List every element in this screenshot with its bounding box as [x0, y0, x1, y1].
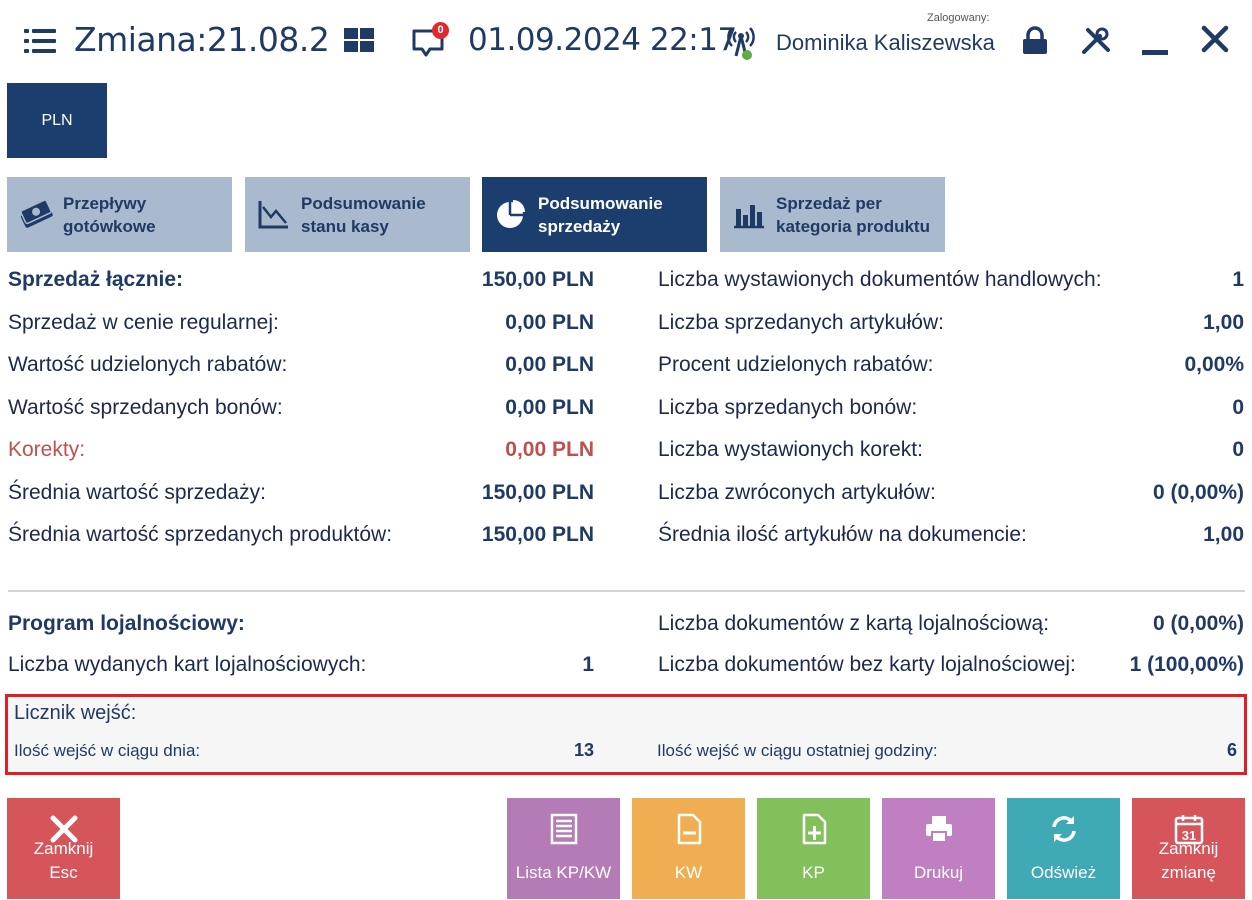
tab-label: Przepływy gotówkowe	[63, 194, 156, 236]
loyalty-title: Program lojalnościowy:	[8, 612, 245, 635]
top-bar: Zmiana:21.08.2024 0 01.09.2024 22:17 Zal…	[0, 0, 1252, 82]
stat-label-discount-percent: Procent udzielonych rabatów:	[658, 353, 934, 376]
loyalty-with-card-value: 0 (0,00%)	[1152, 612, 1244, 635]
grid-view-icon[interactable]	[344, 28, 374, 52]
user-name[interactable]: Dominika Kaliszewska	[776, 30, 995, 56]
tab-label: Podsumowanie sprzedaży	[538, 194, 663, 236]
current-datetime: 01.09.2024 22:17	[468, 22, 737, 58]
refresh-button-label: Odśwież	[1030, 863, 1097, 882]
list-kp-kw-button[interactable]: Lista KP/KW	[507, 798, 620, 899]
printer-icon	[925, 816, 952, 843]
stat-value-corrections-count: 0	[1232, 438, 1244, 461]
close-button[interactable]: Zamknij Esc	[7, 798, 120, 899]
stat-value-avg-sale: 150,00 PLN	[481, 481, 594, 504]
loyalty-without-card-label: Liczba dokumentów bez karty lojalnościow…	[658, 653, 1076, 676]
kw-button-label: KW	[674, 863, 703, 882]
refresh-button[interactable]: Odśwież	[1007, 798, 1120, 899]
stat-label-avg-sale: Średnia wartość sprzedaży:	[8, 481, 266, 504]
lock-icon[interactable]	[1020, 26, 1050, 56]
entry-counter-panel	[5, 694, 1247, 775]
close-shift-button[interactable]: 31 Zamknij zmianę	[1132, 798, 1245, 899]
bar-chart-icon	[734, 205, 764, 229]
list-icon	[550, 813, 577, 845]
close-icon[interactable]	[1200, 24, 1230, 54]
document-plus-icon	[802, 813, 826, 845]
tab-sales-summary[interactable]: Podsumowanie sprzedaży	[482, 177, 707, 252]
stat-label-corrections-count: Liczba wystawionych korekt:	[658, 438, 923, 461]
stat-value-avg-product: 150,00 PLN	[481, 523, 594, 546]
stat-value-documents: 1	[1232, 268, 1244, 291]
stat-value-items-sold: 1,00	[1203, 311, 1244, 334]
settings-tools-icon[interactable]	[1080, 26, 1110, 56]
entry-counter-title: Licznik wejść:	[14, 702, 137, 724]
stat-label-vouchers-count: Liczba sprzedanych bonów:	[658, 396, 918, 419]
loyalty-without-card-value: 1 (100,00%)	[1129, 653, 1244, 676]
loyalty-with-card-label: Liczba dokumentów z kartą lojalnościową:	[658, 612, 1050, 635]
menu-icon[interactable]	[24, 29, 56, 53]
entry-hour-label: Ilość wejść w ciągu ostatniej godziny:	[657, 741, 938, 760]
document-minus-icon	[677, 813, 701, 845]
pie-chart-icon	[497, 200, 525, 228]
entry-day-label: Ilość wejść w ciągu dnia:	[14, 741, 201, 760]
divider	[8, 590, 1245, 592]
stat-label-documents: Liczba wystawionych dokumentów handlowyc…	[658, 268, 1102, 291]
tab-label: Sprzedaż per kategoria produktu	[776, 194, 930, 236]
notification-badge: 0	[432, 22, 449, 39]
stat-label-avg-product: Średnia wartość sprzedanych produktów:	[8, 523, 393, 546]
stat-value-corrections: 0,00 PLN	[505, 438, 594, 461]
entry-day-value: 13	[573, 740, 594, 760]
print-button[interactable]: Drukuj	[882, 798, 995, 899]
stat-label-discounts: Wartość udzielonych rabatów:	[8, 353, 288, 376]
shift-title: Zmiana:21.08.2024	[74, 20, 328, 59]
list-button-label: Lista KP/KW	[515, 863, 612, 882]
stat-label-items-sold: Liczba sprzedanych artykułów:	[658, 311, 944, 334]
tab-cash-flows[interactable]: Przepływy gotówkowe	[7, 177, 232, 252]
connection-status-icon	[727, 27, 755, 60]
loyalty-issued-label: Liczba wydanych kart lojalnościowych:	[8, 653, 367, 676]
kp-button-label: KP	[802, 863, 825, 882]
tab-label: Podsumowanie stanu kasy	[301, 194, 426, 236]
stat-label-corrections: Korekty:	[8, 438, 86, 461]
stat-label-regular-price: Sprzedaż w cenie regularnej:	[8, 311, 279, 334]
tab-sales-by-category[interactable]: Sprzedaż per kategoria produktu	[720, 177, 945, 252]
stat-value-vouchers: 0,00 PLN	[505, 396, 594, 419]
loyalty-issued-value: 1	[582, 653, 594, 676]
minimize-icon[interactable]	[1142, 50, 1168, 55]
stat-label-avg-items: Średnia ilość artykułów na dokumencie:	[658, 523, 1027, 546]
stat-value-discounts: 0,00 PLN	[505, 353, 594, 376]
stat-value-avg-items: 1,00	[1203, 523, 1244, 546]
logged-in-label: Zalogowany:	[927, 12, 990, 24]
currency-button[interactable]: PLN	[7, 83, 107, 158]
stat-label-vouchers: Wartość sprzedanych bonów:	[8, 396, 283, 419]
kw-button[interactable]: KW	[632, 798, 745, 899]
tab-cash-summary[interactable]: Podsumowanie stanu kasy	[245, 177, 470, 252]
trend-chart-icon	[258, 201, 288, 229]
refresh-icon	[1051, 816, 1076, 842]
stat-label-returned-items: Liczba zwróconych artykułów:	[658, 481, 936, 504]
stat-value-regular-price: 0,00 PLN	[505, 311, 594, 334]
kp-button[interactable]: KP	[757, 798, 870, 899]
close-shift-button-label: Zamknij zmianę	[1158, 839, 1219, 882]
stat-value-vouchers-count: 0	[1232, 396, 1244, 419]
cash-icon	[20, 199, 53, 228]
entry-hour-value: 6	[1226, 740, 1237, 760]
print-button-label: Drukuj	[913, 863, 964, 882]
stat-value-returned-items: 0 (0,00%)	[1152, 481, 1244, 504]
close-button-label: Zamknij Esc	[33, 839, 94, 882]
stat-value-total-sales: 150,00 PLN	[481, 268, 594, 291]
stat-label-total-sales: Sprzedaż łącznie:	[8, 268, 184, 291]
stat-value-discount-percent: 0,00%	[1184, 353, 1244, 376]
